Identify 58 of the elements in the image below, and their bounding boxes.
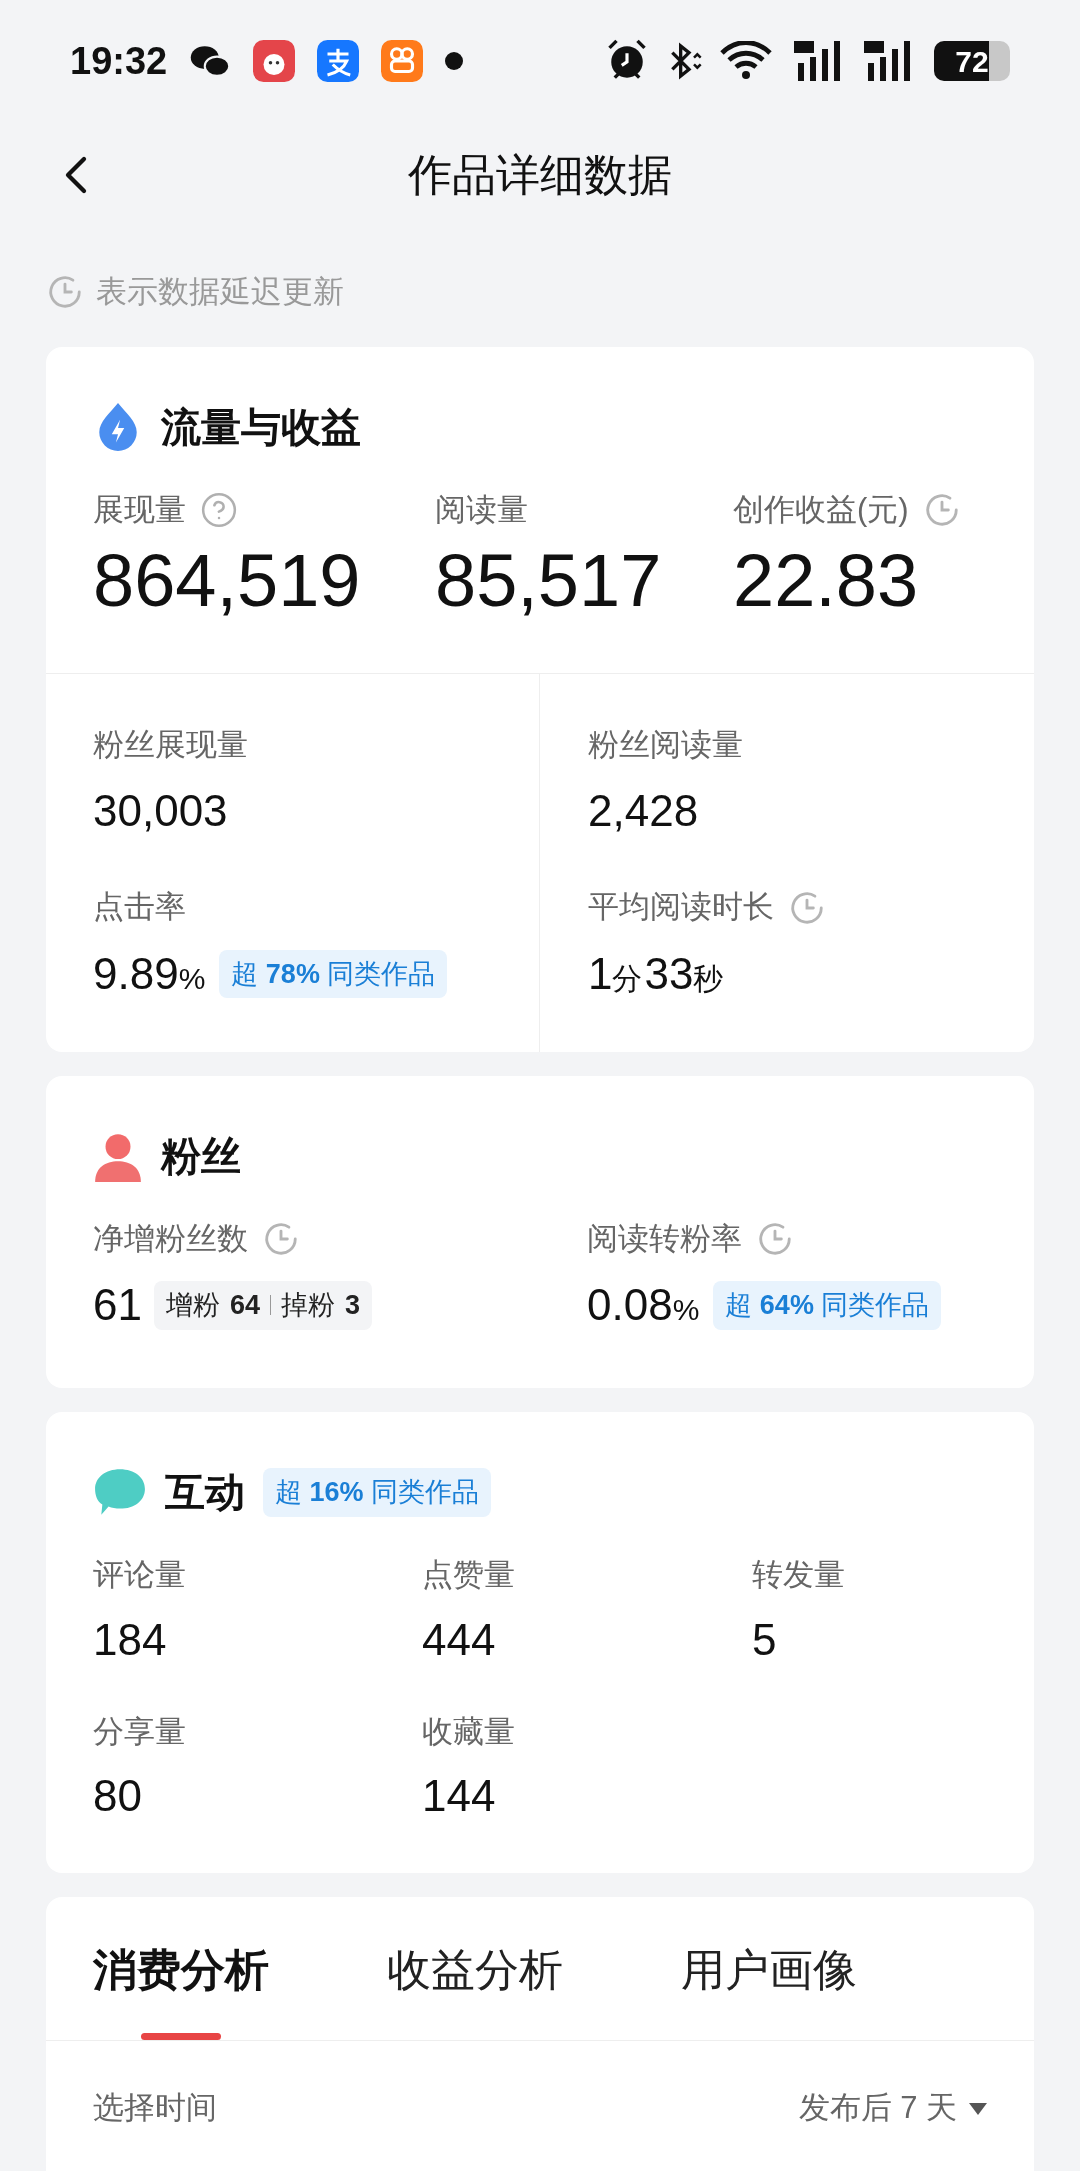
metric-label: 阅读转粉率 <box>587 1219 742 1258</box>
metric-unit: 秒 <box>693 961 724 997</box>
metric-label: 平均阅读时长 <box>588 888 774 927</box>
analysis-tab[interactable]: 用户画像 <box>681 1937 857 2041</box>
analysis-tab[interactable]: 收益分析 <box>387 1937 563 2041</box>
delay-notice: 表示数据延迟更新 <box>96 272 344 311</box>
comparison-badge: 超 64% 同类作品 <box>713 1281 942 1330</box>
metric-value: 0.08 <box>587 1279 673 1332</box>
status-time: 19:32 <box>70 38 168 84</box>
metric-label: 创作收益(元) <box>733 491 909 529</box>
section-title: 流量与收益 <box>161 404 361 451</box>
metric-label: 粉丝阅读量 <box>588 725 743 764</box>
metric-value: 85,517 <box>435 539 663 621</box>
comparison-badge: 超 78% 同类作品 <box>219 949 448 999</box>
app-notification-icon <box>317 40 360 82</box>
metric-value: 30,003 <box>93 785 228 838</box>
speech-bubble-icon <box>93 1467 147 1518</box>
metric-value: 1 <box>588 947 613 1000</box>
analysis-tab[interactable]: 消费分析 <box>93 1937 269 2041</box>
app-notification-icon <box>381 40 424 82</box>
metric-label: 转发量 <box>752 1556 845 1595</box>
fan-change-value: 64 <box>229 1289 260 1323</box>
metric-label: 点击率 <box>93 888 186 927</box>
app-notification-icon <box>253 40 296 82</box>
metric-value: 22.83 <box>733 539 920 621</box>
caret-icon <box>969 2102 987 2115</box>
metric-value: 33 <box>644 947 694 1000</box>
metric-label: 展现量 <box>93 491 186 529</box>
metric-value: 61 <box>93 1279 142 1332</box>
metric-value: 2,428 <box>588 785 699 838</box>
page-title: 作品详细数据 <box>408 149 672 201</box>
metric-value: 5 <box>752 1613 778 1666</box>
metric-label: 净增粉丝数 <box>93 1219 248 1258</box>
metric-value: 144 <box>422 1770 497 1823</box>
fan-change-value: 3 <box>345 1289 361 1323</box>
comparison-badge: 超 16% 同类作品 <box>263 1468 492 1517</box>
battery-indicator: 72 <box>934 41 1010 81</box>
metric-label: 收藏量 <box>422 1712 515 1751</box>
metric-label: 点赞量 <box>422 1556 515 1595</box>
metric-label: 粉丝展现量 <box>93 725 248 764</box>
section-title: 粉丝 <box>161 1132 241 1180</box>
section-title: 互动 <box>165 1469 245 1517</box>
metric-value: 864,519 <box>93 539 362 621</box>
metric-label: 阅读量 <box>435 491 528 529</box>
metric-value: 444 <box>422 1613 497 1666</box>
fan-change-label: 增粉 <box>165 1289 220 1323</box>
metric-label: 评论量 <box>93 1556 186 1595</box>
clock-icon <box>46 273 84 311</box>
metric-value: 9.89 <box>93 947 179 1000</box>
metric-unit: 分 <box>612 961 643 997</box>
metric-value: 184 <box>93 1613 168 1666</box>
metric-value: 80 <box>93 1770 143 1823</box>
metric-label: 分享量 <box>93 1712 186 1751</box>
metric-unit: % <box>178 960 206 997</box>
time-filter-dropdown[interactable]: 发布后 7 天 <box>798 2085 987 2132</box>
fan-change-label: 掉粉 <box>281 1289 335 1323</box>
time-filter-label: 选择时间 <box>93 2089 217 2128</box>
metric-unit: % <box>672 1292 700 1329</box>
